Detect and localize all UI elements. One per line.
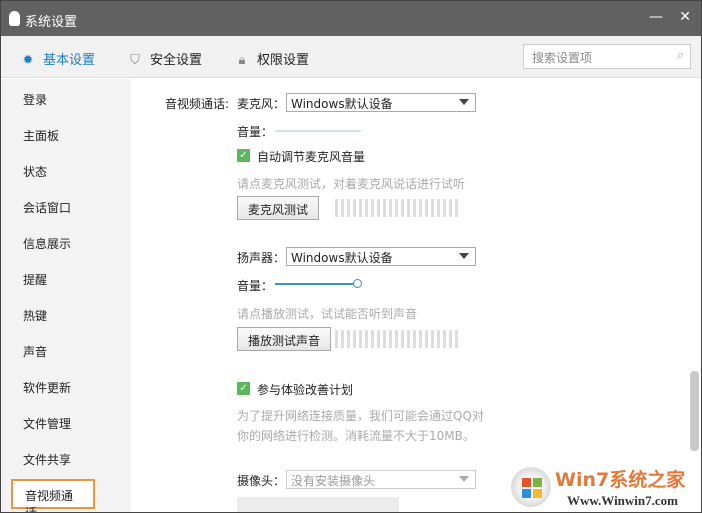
sidebar: 登录 主面板 状态 会话窗口 信息展示 提醒 热键 声音 软件更新 文件管理 文… bbox=[1, 79, 131, 512]
mic-device-value: Windows默认设备 bbox=[291, 97, 393, 111]
watermark: Win7系统之家 Www.Winwin7.com bbox=[511, 463, 701, 511]
plan-description-line2: 你的网络进行检测。消耗流量不大于10MB。 bbox=[237, 429, 475, 443]
tab-permission-settings[interactable]: 🔒︎ 权限设置 bbox=[235, 49, 309, 68]
lock-icon: 🔒︎ bbox=[238, 53, 246, 68]
qq-penguin-icon bbox=[9, 11, 20, 26]
speaker-device-select[interactable]: Windows默认设备 bbox=[286, 247, 476, 266]
speaker-level-meter bbox=[335, 330, 460, 348]
toolbar: ✹ 基本设置 ⛉ 安全设置 🔒︎ 权限设置 搜索设置项 ⌕ bbox=[1, 36, 701, 78]
gear-icon: ✹ bbox=[22, 53, 34, 68]
sidebar-item-av-call[interactable]: 音视频通话 bbox=[11, 479, 95, 512]
plan-description-line1: 为了提升网络连接质量，我们可能会通过QQ对 bbox=[237, 409, 484, 423]
mic-device-select[interactable]: Windows默认设备 bbox=[286, 93, 476, 112]
settings-window: 系统设置 — ✕ ✹ 基本设置 ⛉ 安全设置 🔒︎ 权限设置 搜索设置项 ⌕ 登录 主面… bbox=[0, 0, 702, 513]
sidebar-item-software-update[interactable]: 软件更新 bbox=[11, 373, 95, 403]
chevron-down-icon bbox=[459, 99, 469, 105]
sidebar-item-main-panel[interactable]: 主面板 bbox=[11, 121, 95, 151]
chevron-down-icon bbox=[459, 476, 469, 482]
mic-hint: 请点麦克风测试，对着麦克风说话进行试听 bbox=[237, 177, 466, 191]
tab-label: 权限设置 bbox=[257, 53, 310, 68]
auto-adjust-checkbox[interactable]: ✓ bbox=[237, 149, 250, 162]
tab-label: 安全设置 bbox=[150, 53, 203, 68]
windows-logo-icon bbox=[511, 467, 551, 507]
sidebar-item-status[interactable]: 状态 bbox=[11, 157, 95, 187]
scrollbar-thumb[interactable] bbox=[690, 371, 699, 451]
sidebar-item-login[interactable]: 登录 bbox=[11, 85, 95, 115]
watermark-brand: Win7系统之家 bbox=[555, 469, 686, 491]
speaker-volume-slider-handle[interactable] bbox=[353, 279, 362, 288]
speaker-label: 扬声器： bbox=[237, 251, 286, 265]
shield-icon: ⛉ bbox=[130, 53, 140, 68]
tab-security-settings[interactable]: ⛉ 安全设置 bbox=[128, 49, 202, 68]
window-title: 系统设置 bbox=[25, 15, 78, 30]
camera-label: 摄像头： bbox=[237, 474, 286, 488]
speaker-device-value: Windows默认设备 bbox=[291, 251, 393, 265]
speaker-volume-bar bbox=[275, 283, 355, 285]
camera-device-select[interactable]: 没有安装摄像头 bbox=[286, 470, 476, 489]
auto-adjust-label: 自动调节麦克风音量 bbox=[257, 150, 366, 164]
camera-preview bbox=[237, 497, 399, 512]
sidebar-item-file-sharing[interactable]: 文件共享 bbox=[11, 445, 95, 475]
title-bar: 系统设置 — ✕ bbox=[1, 1, 701, 36]
minimize-button[interactable]: — bbox=[649, 9, 663, 25]
watermark-url: Www.Winwin7.com bbox=[567, 493, 678, 508]
mic-test-button[interactable]: 麦克风测试 bbox=[237, 196, 320, 220]
content-panel: 音视频通话: 麦克风： Windows默认设备 音量： ✓ 自动调节麦克风音量 … bbox=[131, 79, 701, 512]
tab-basic-settings[interactable]: ✹ 基本设置 bbox=[21, 49, 95, 68]
sidebar-item-file-management[interactable]: 文件管理 bbox=[11, 409, 95, 439]
camera-device-value: 没有安装摄像头 bbox=[291, 474, 376, 488]
tab-label: 基本设置 bbox=[43, 53, 96, 68]
speaker-hint: 请点播放测试，试试能否听到声音 bbox=[237, 307, 418, 321]
play-test-button[interactable]: 播放测试声音 bbox=[237, 327, 332, 351]
close-button[interactable]: ✕ bbox=[679, 9, 691, 25]
chevron-down-icon bbox=[459, 253, 469, 259]
experience-plan-checkbox[interactable]: ✓ bbox=[237, 382, 250, 395]
experience-plan-label: 参与体验改善计划 bbox=[257, 383, 354, 397]
mic-level-meter bbox=[335, 199, 460, 217]
sidebar-item-sound[interactable]: 声音 bbox=[11, 337, 95, 367]
search-input[interactable]: 搜索设置项 ⌕ bbox=[523, 44, 691, 69]
search-placeholder: 搜索设置项 bbox=[532, 51, 593, 65]
mic-volume-bar bbox=[275, 130, 361, 132]
section-label: 音视频通话: bbox=[165, 97, 230, 111]
sidebar-item-hotkeys[interactable]: 热键 bbox=[11, 301, 95, 331]
sidebar-item-chat-window[interactable]: 会话窗口 bbox=[11, 193, 95, 223]
sidebar-item-reminder[interactable]: 提醒 bbox=[11, 265, 95, 295]
mic-volume-label: 音量： bbox=[237, 125, 274, 139]
search-icon[interactable]: ⌕ bbox=[677, 48, 684, 63]
sidebar-item-info-display[interactable]: 信息展示 bbox=[11, 229, 95, 259]
mic-label: 麦克风： bbox=[237, 97, 286, 111]
speaker-volume-label: 音量： bbox=[237, 279, 274, 293]
